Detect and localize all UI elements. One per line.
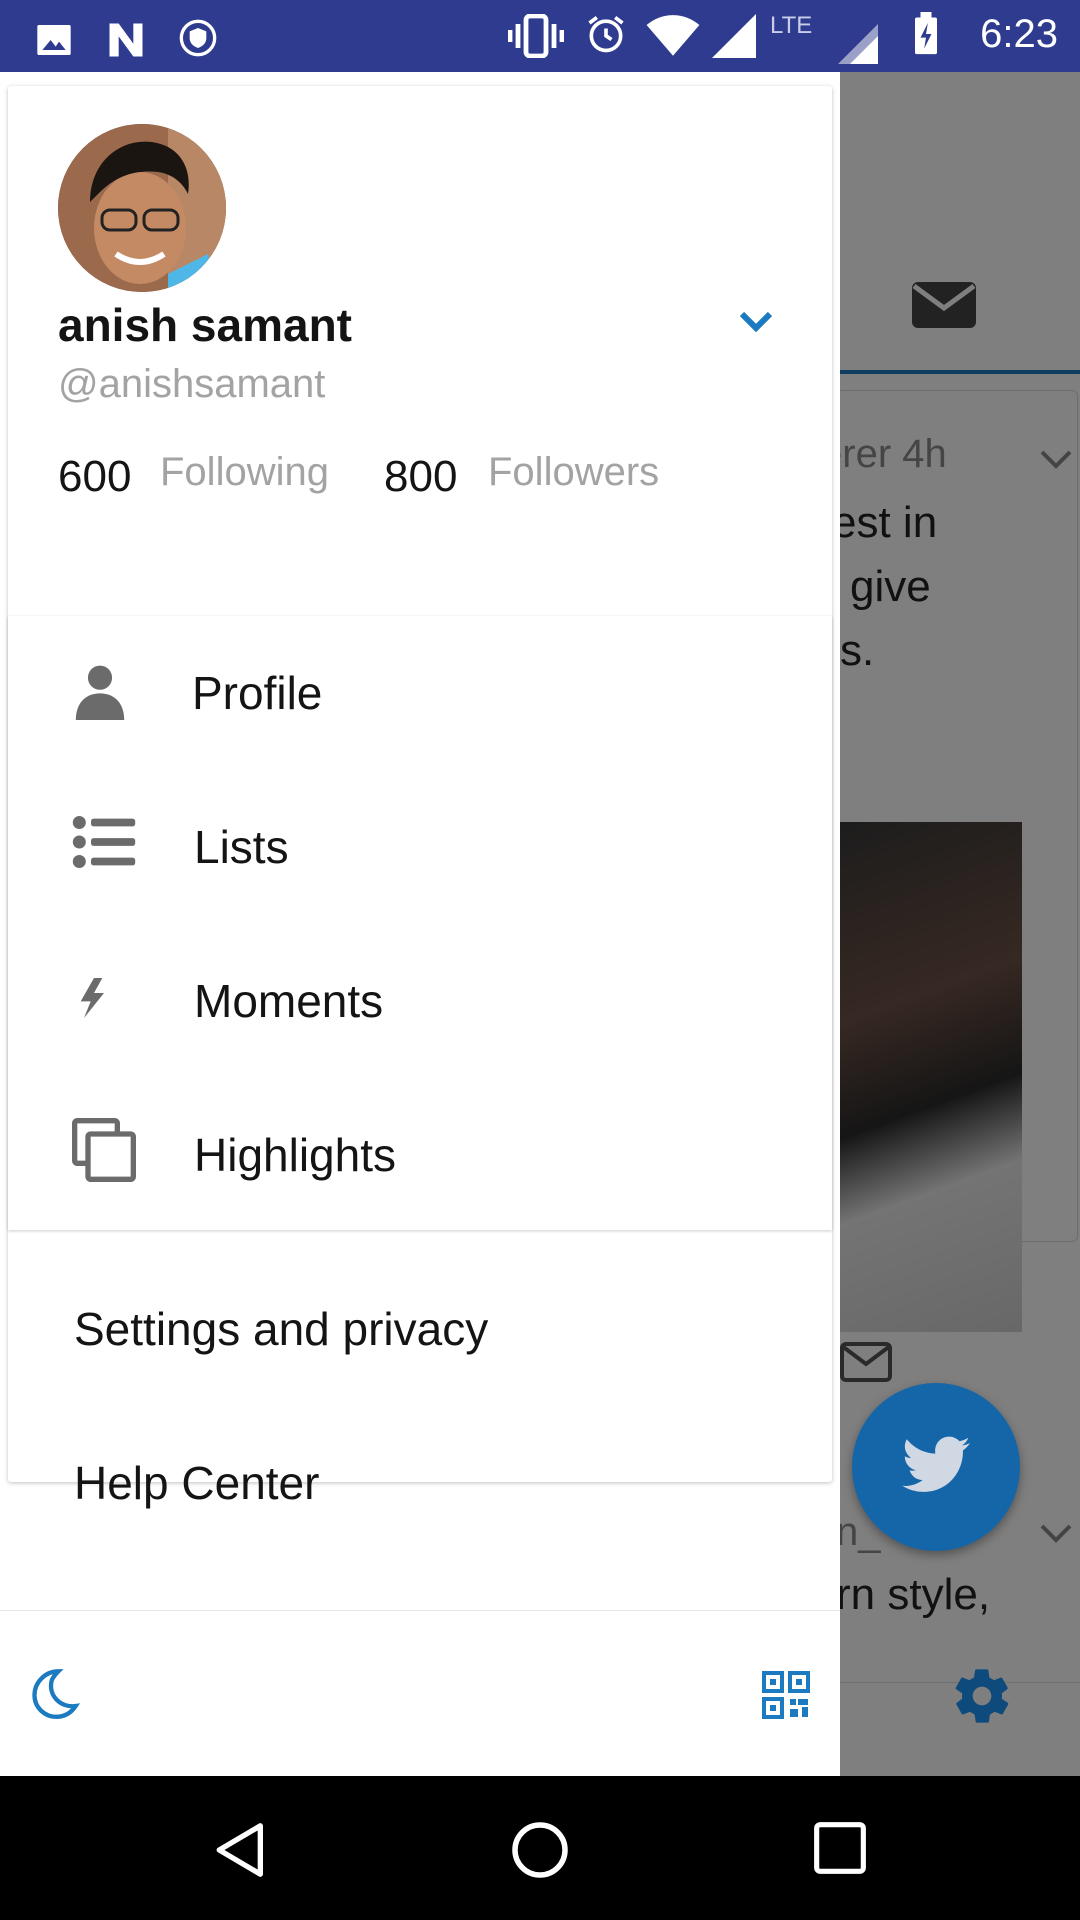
- system-nav-bar: [0, 1776, 1080, 1920]
- following-count[interactable]: 600: [58, 452, 131, 502]
- menu-item-lists[interactable]: Lists: [8, 770, 832, 924]
- night-mode-icon[interactable]: [28, 1667, 80, 1719]
- account-switcher-chevron-icon[interactable]: [738, 310, 774, 334]
- recents-icon[interactable]: [812, 1820, 868, 1876]
- navigation-drawer: anish samant @anishsamant 600 Following …: [0, 72, 840, 1777]
- followers-count[interactable]: 800: [384, 452, 457, 502]
- settings-gear-icon[interactable]: [950, 1664, 1014, 1728]
- cell-signal-icon: [838, 24, 878, 64]
- user-name[interactable]: anish samant: [58, 298, 352, 352]
- vibrate-icon: [508, 14, 564, 58]
- lightning-icon: [80, 978, 104, 1018]
- menu-item-label: Lists: [194, 821, 289, 873]
- status-bar: LTE 6:23: [0, 0, 1080, 72]
- compose-tweet-button[interactable]: [852, 1383, 1020, 1551]
- settings-and-privacy-item[interactable]: Settings and privacy: [8, 1254, 832, 1408]
- menu-item-label: Profile: [192, 667, 323, 719]
- settings-and-privacy-label: Settings and privacy: [74, 1303, 489, 1355]
- wifi-icon: [646, 15, 700, 56]
- avatar[interactable]: [58, 124, 226, 292]
- bird-icon: [902, 1436, 970, 1492]
- menu-item-label: Moments: [194, 975, 384, 1027]
- avatar-face-graphic: [58, 124, 226, 292]
- followers-label[interactable]: Followers: [488, 450, 659, 495]
- list-icon: [72, 816, 136, 868]
- menu-item-highlights[interactable]: Highlights: [8, 1078, 832, 1232]
- drawer-menu: Profile Lists Moments Highlights: [8, 616, 832, 1230]
- user-handle: @anishsamant: [58, 362, 326, 406]
- menu-item-label: Highlights: [194, 1129, 396, 1181]
- alarm-icon: [588, 16, 624, 53]
- menu-item-moments[interactable]: Moments: [8, 924, 832, 1078]
- home-icon[interactable]: [510, 1820, 570, 1880]
- n-logo-icon: [109, 23, 143, 57]
- drawer-footer: [0, 1610, 840, 1777]
- image-icon: [37, 25, 71, 55]
- back-icon[interactable]: [212, 1820, 270, 1880]
- menu-item-profile[interactable]: Profile: [8, 616, 832, 770]
- person-icon: [75, 665, 125, 720]
- cell-signal-icon: [712, 14, 756, 58]
- following-label[interactable]: Following: [160, 450, 329, 495]
- vpn-shield-icon: [179, 19, 217, 57]
- battery-charging-icon: [915, 12, 937, 55]
- help-center-item[interactable]: Help Center: [8, 1408, 832, 1562]
- clock: 6:23: [980, 12, 1058, 56]
- qr-code-icon[interactable]: [762, 1671, 810, 1719]
- lte-label: LTE: [770, 12, 813, 39]
- copy-icon: [72, 1118, 136, 1182]
- help-center-label: Help Center: [74, 1457, 320, 1509]
